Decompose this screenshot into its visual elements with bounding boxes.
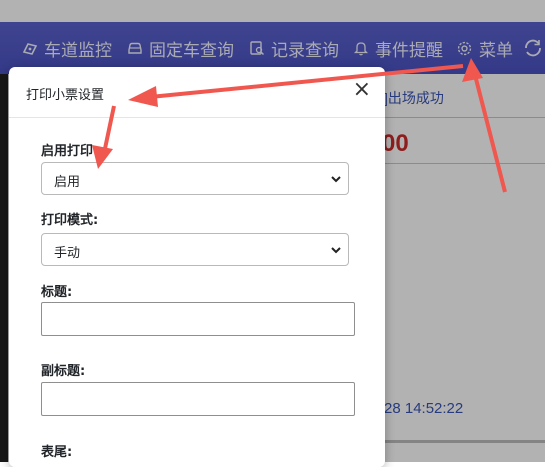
close-button[interactable]: × xyxy=(353,79,371,101)
print-mode-select[interactable]: 手动 xyxy=(41,233,349,266)
selected-value: 手动 xyxy=(54,246,81,261)
chevron-down-icon xyxy=(331,176,341,183)
footer-label: 表尾: xyxy=(41,445,73,460)
print-mode-label: 打印模式: xyxy=(41,213,99,228)
selected-value: 启用 xyxy=(54,175,81,190)
enable-print-select[interactable]: 启用 xyxy=(41,162,349,195)
subtitle-input[interactable] xyxy=(41,382,355,416)
print-receipt-settings-modal: 打印小票设置 × 启用打印 启用 打印模式: 手动 标题: 副标题: 表尾: xyxy=(9,67,385,467)
modal-header: 打印小票设置 × xyxy=(9,67,385,118)
modal-title: 打印小票设置 xyxy=(26,88,105,103)
title-input[interactable] xyxy=(41,302,355,336)
title-label: 标题: xyxy=(41,285,73,300)
subtitle-label: 副标题: xyxy=(41,364,86,379)
chevron-down-icon xyxy=(331,247,341,254)
enable-print-label: 启用打印 xyxy=(41,144,94,159)
